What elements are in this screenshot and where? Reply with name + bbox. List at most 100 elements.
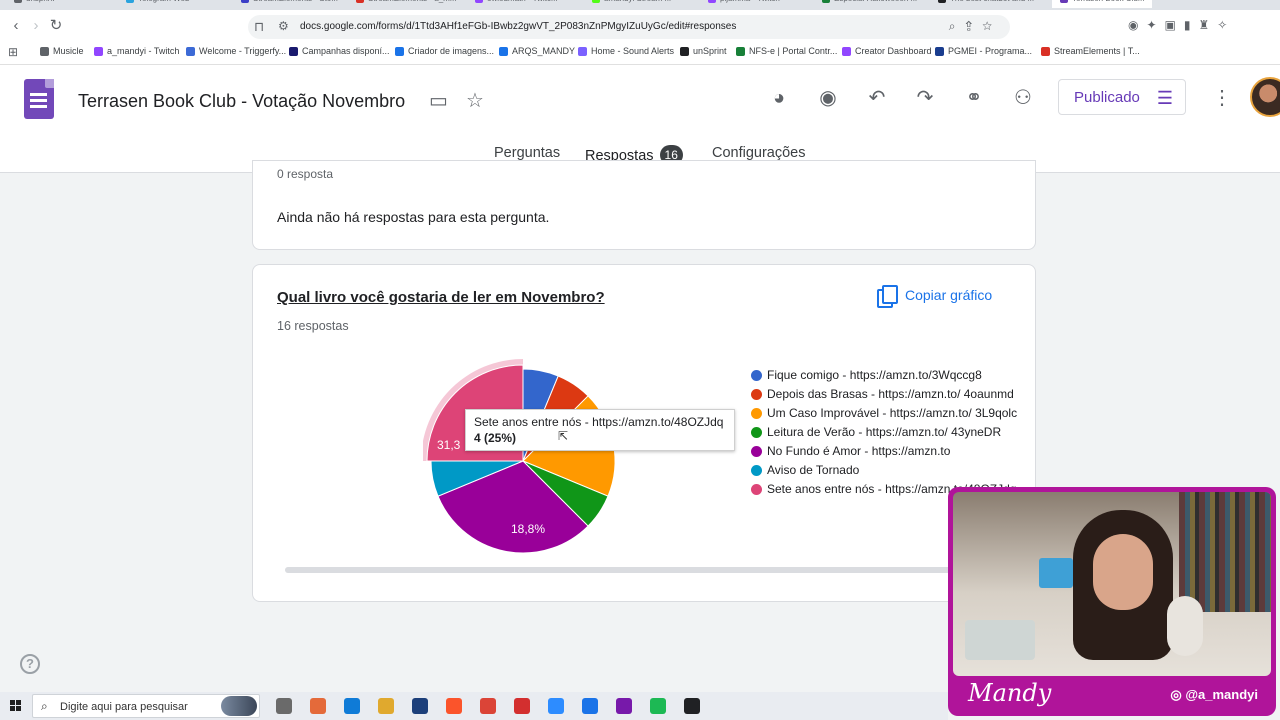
browser-tab-label: unsprint: [26, 0, 54, 3]
taskbar-app-icon[interactable]: [480, 698, 496, 714]
bookmark-item[interactable]: a_mandyi - Twitch: [94, 46, 179, 56]
browser-toolbar: ‹ › ↻ ⊓ ⚙ docs.google.com/forms/d/1Ttd3A…: [0, 10, 1280, 43]
taskbar-app-icon[interactable]: [378, 698, 394, 714]
url-text[interactable]: docs.google.com/forms/d/1Ttd3AHf1eFGb-IB…: [300, 21, 736, 32]
legend-item[interactable]: No Fundo é Amor - https://amzn.to: [749, 443, 1029, 459]
back-icon[interactable]: ‹: [8, 18, 24, 34]
preview-eye-icon[interactable]: ◉: [815, 85, 841, 111]
browser-tab[interactable]: Especial Halloweeen ...: [822, 0, 917, 8]
legend-label: No Fundo é Amor - https://amzn.to: [767, 444, 951, 458]
taskbar-app-icon[interactable]: [514, 698, 530, 714]
pie-slice-label: 31,3: [437, 438, 461, 452]
form-title[interactable]: Terrasen Book Club - Votação Novembro: [78, 91, 405, 112]
legend-item[interactable]: Depois das Brasas - https://amzn.to/ 4oa…: [749, 386, 1029, 402]
windows-start-icon[interactable]: [10, 700, 22, 712]
omnibox-actions-icon[interactable]: ⌕⇪☆: [949, 19, 1002, 34]
browser-tab[interactable]: owledmatn - Twitc...: [475, 0, 558, 8]
tooltip-value: 4 (25%): [474, 431, 517, 445]
reload-icon[interactable]: ↻: [48, 18, 64, 34]
browser-tab[interactable]: Telegram Web: [126, 0, 189, 8]
bookmark-item[interactable]: StreamElements | T...: [1041, 46, 1140, 56]
bookmark-item[interactable]: Campanhas disponí...: [289, 46, 390, 56]
legend-item[interactable]: Aviso de Tornado: [749, 462, 1029, 478]
extensions-icon[interactable]: ◉✦▣▮♜✧: [1128, 18, 1235, 32]
bookmark-label: a_mandyi - Twitch: [107, 46, 180, 56]
taskbar-app-icon[interactable]: [276, 698, 292, 714]
taskbar-app-icon[interactable]: [548, 698, 564, 714]
browser-tab[interactable]: StreamElements - Sto...: [241, 0, 338, 8]
browser-tab-label: owledmatn - Twitc...: [487, 0, 558, 3]
copy-chart-button[interactable]: Copiar gráfico: [877, 285, 993, 308]
published-button[interactable]: Publicado ☰: [1058, 79, 1186, 115]
help-icon[interactable]: ?: [20, 654, 40, 674]
chart-legend: Fique comigo - https://amzn.to/3Wqccg8 De…: [749, 367, 1029, 500]
legend-item[interactable]: Fique comigo - https://amzn.to/3Wqccg8: [749, 367, 1029, 383]
browser-tab-label: The best chatbot and ...: [950, 0, 1034, 3]
legend-label: Depois das Brasas - https://amzn.to/ 4oa…: [767, 387, 1014, 401]
more-options-icon[interactable]: ⋮: [1212, 85, 1232, 110]
taskbar-app-icon[interactable]: [582, 698, 598, 714]
bookmark-item[interactable]: Creator Dashboard: [842, 46, 932, 56]
browser-tab[interactable]: StreamElements - a_m...: [356, 0, 456, 8]
address-bar[interactable]: ⊓ ⚙ docs.google.com/forms/d/1Ttd3AHf1eFG…: [248, 15, 1010, 39]
add-collaborator-icon[interactable]: ⚇: [1010, 85, 1036, 111]
legend-item[interactable]: Um Caso Improvável - https://amzn.to/ 3L…: [749, 405, 1029, 421]
browser-tab[interactable]: The best chatbot and ...: [938, 0, 1034, 8]
taskbar-search[interactable]: ⌕ Digite aqui para pesquisar: [32, 694, 260, 718]
bookmark-favicon-icon: [1041, 46, 1050, 56]
bookmark-item[interactable]: NFS-e | Portal Contr...: [736, 46, 837, 56]
palette-icon[interactable]: ◕: [766, 85, 792, 111]
browser-tab-label: Terrasen Book Clu...: [1072, 0, 1144, 3]
folder-icon[interactable]: ▭: [429, 88, 448, 113]
question-summary-card: Qual livro você gostaria de ler em Novem…: [252, 264, 1036, 602]
bookmark-item[interactable]: PGMEI - Programa...: [935, 46, 1032, 56]
legend-item[interactable]: Leitura de Verão - https://amzn.to/ 43yn…: [749, 424, 1029, 440]
tab-favicon-icon: [708, 0, 716, 3]
taskbar-app-icon[interactable]: [344, 698, 360, 714]
bookmark-label: Welcome - Triggerfy...: [199, 46, 287, 56]
browser-tab[interactable]: unsprint: [14, 0, 54, 8]
browser-tab[interactable]: amandyi Stream ...: [592, 0, 671, 8]
webcam-overlay: Mandy ◎ @a_mandyi: [948, 487, 1276, 716]
forms-header: Terrasen Book Club - Votação Novembro ▭ …: [0, 65, 1280, 173]
avatar[interactable]: [1250, 77, 1280, 117]
tab-settings[interactable]: Configurações: [712, 145, 806, 161]
undo-icon[interactable]: ↶: [864, 85, 890, 111]
taskbar-app-icon[interactable]: [616, 698, 632, 714]
apps-grid-icon[interactable]: ⊞: [8, 45, 18, 59]
browser-tab[interactable]: pijamma - Twitch: [708, 0, 780, 8]
chart-tooltip: Sete anos entre nós - https://amzn.to/48…: [465, 409, 735, 451]
taskbar-app-icon[interactable]: [650, 698, 666, 714]
browser-tab[interactable]: Terrasen Book Clu...: [1052, 0, 1153, 8]
redo-icon[interactable]: ↷: [912, 85, 938, 111]
copy-chart-label: Copiar gráfico: [905, 287, 993, 303]
taskbar-app-icon[interactable]: [684, 698, 700, 714]
legend-label: Leitura de Verão - https://amzn.to/ 43yn…: [767, 425, 1002, 439]
tab-favicon-icon: [356, 0, 364, 3]
star-icon[interactable]: ☆: [466, 88, 484, 113]
chart-scrollbar[interactable]: [285, 567, 1015, 573]
bookmark-item[interactable]: Home - Sound Alerts: [578, 46, 674, 56]
tab-questions[interactable]: Perguntas: [494, 145, 560, 161]
mouse-cursor-icon: ⇱: [558, 429, 569, 443]
site-info-icon[interactable]: ⚙: [278, 19, 289, 33]
bookmark-favicon-icon: [499, 46, 508, 56]
taskbar-app-icon[interactable]: [310, 698, 326, 714]
taskbar-app-icon[interactable]: [412, 698, 428, 714]
bookmark-item[interactable]: Musicle: [40, 46, 84, 56]
google-forms-logo[interactable]: [24, 79, 54, 119]
forward-icon[interactable]: ›: [28, 18, 44, 34]
bookmark-item[interactable]: ARQS_MANDY: [499, 46, 575, 56]
bookmark-item[interactable]: unSprint: [680, 46, 727, 56]
bookmark-item[interactable]: Welcome - Triggerfy...: [186, 46, 286, 56]
bookmark-icon[interactable]: ⊓: [254, 19, 264, 35]
pie-chart[interactable]: 31,3 18,8%: [423, 357, 623, 557]
tab-favicon-icon: [592, 0, 600, 3]
link-icon[interactable]: ⚭: [961, 85, 987, 111]
question-title[interactable]: Qual livro você gostaria de ler em Novem…: [277, 289, 605, 306]
monitor: [1039, 558, 1073, 588]
legend-color-dot: [751, 427, 762, 438]
chart-scrollbar-thumb[interactable]: [285, 567, 965, 573]
taskbar-app-icon[interactable]: [446, 698, 462, 714]
bookmark-item[interactable]: Criador de imagens...: [395, 46, 494, 56]
